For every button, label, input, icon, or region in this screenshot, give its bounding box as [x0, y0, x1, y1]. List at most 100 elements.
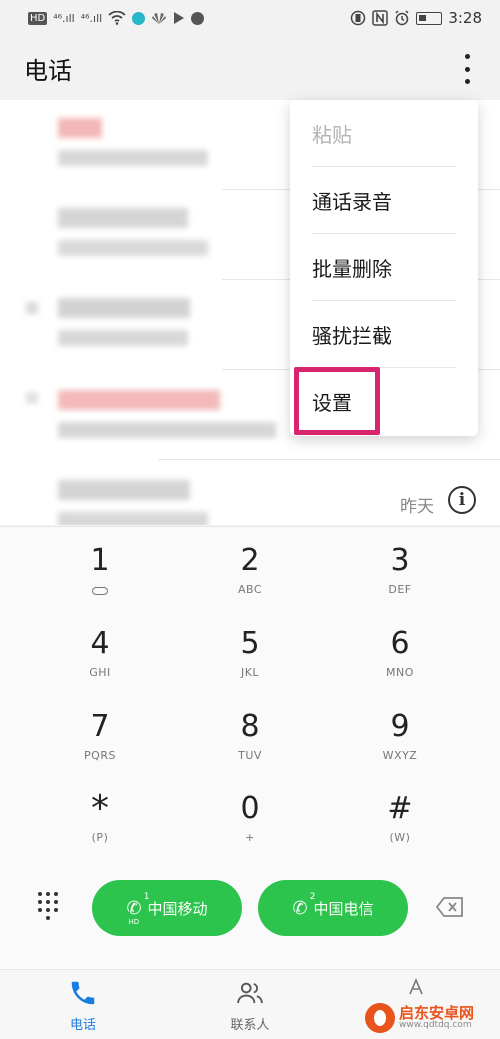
wifi-icon [108, 11, 126, 25]
grid-dot-icon [54, 892, 58, 896]
phone-icon [71, 981, 95, 1005]
voicemail-icon [92, 587, 108, 595]
watermark-text: 启东安卓网 www.qdtdq.com [399, 1005, 474, 1031]
contacts-icon [237, 982, 263, 1004]
redacted-number [58, 422, 276, 438]
key-letters: + [245, 831, 255, 844]
more-options-button[interactable] [462, 54, 472, 84]
more-dot-icon [464, 54, 470, 59]
site-watermark: 启东安卓网 www.qdtdq.com [365, 1000, 495, 1036]
key-digit: 4 [90, 626, 110, 661]
dial-key-2[interactable]: 2 ABC [190, 543, 310, 623]
signal-icon: ⁴⁶.ıll [53, 11, 75, 25]
menu-item-label: 批量删除 [312, 257, 392, 281]
dial-key-1[interactable]: 1 [40, 543, 160, 623]
redacted-name [58, 480, 190, 500]
watermark-title: 启东安卓网 [399, 1003, 475, 1022]
redacted-number [58, 240, 208, 256]
dial-key-8[interactable]: 8 TUV [190, 709, 310, 789]
nav-tab-label: 联系人 [230, 1018, 270, 1033]
redacted-name [58, 390, 220, 410]
overflow-menu: 粘贴 通话录音 批量删除 骚扰拦截 设置 [290, 100, 478, 436]
vibrate-icon [351, 10, 366, 26]
grid-dot-icon [46, 908, 50, 912]
key-letters: ABC [237, 583, 263, 596]
dial-key-6[interactable]: 6 MNO [340, 626, 460, 706]
backspace-icon[interactable] [436, 897, 464, 917]
call-button-sim2[interactable]: ✆ 2 中国电信 [258, 880, 408, 936]
menu-item-label: 通话录音 [312, 190, 392, 214]
media-icon [191, 11, 205, 25]
redacted-number [58, 512, 208, 525]
menu-item-paste[interactable]: 粘贴 [290, 100, 478, 167]
redacted-icon [26, 392, 38, 404]
dial-actions: ✆ 1 HD 中国移动 ✆ 2 中国电信 [0, 880, 500, 940]
key-digit: 5 [240, 626, 260, 661]
status-bar-left: HD ⁴⁶.ıll ⁴⁶.ıll [28, 11, 205, 25]
status-bar-right: 3:28 [350, 9, 482, 27]
redacted-name [58, 298, 190, 318]
grid-dot-icon [54, 908, 58, 912]
key-letters: JKL [240, 666, 260, 679]
nav-tab-phone[interactable]: 电话 [23, 978, 143, 1033]
menu-item-label: 粘贴 [312, 123, 352, 147]
favorites-tab-icon[interactable] [406, 976, 434, 998]
key-digit: 3 [390, 543, 410, 578]
nfc-icon [372, 10, 389, 26]
grid-dot-icon [38, 892, 42, 896]
key-digit: 2 [240, 543, 260, 578]
app-notification-icon [132, 11, 146, 25]
watermark-logo-icon [365, 1003, 395, 1033]
dial-key-star[interactable]: * (P) [40, 791, 160, 871]
key-digit: 9 [390, 709, 410, 744]
grid-dot-icon [54, 900, 58, 904]
menu-item-batch-delete[interactable]: 批量删除 [290, 234, 478, 301]
dial-key-5[interactable]: 5 JKL [190, 626, 310, 706]
call-button-label: 中国移动 [147, 899, 208, 918]
dial-key-4[interactable]: 4 GHI [40, 626, 160, 706]
page-title: 电话 [24, 56, 72, 85]
key-letters: GHI [89, 666, 111, 679]
menu-item-label: 骚扰拦截 [312, 324, 392, 348]
dial-key-9[interactable]: 9 WXYZ [340, 709, 460, 789]
more-dot-icon [464, 79, 470, 84]
info-icon[interactable]: i [448, 486, 476, 514]
call-button-sim1[interactable]: ✆ 1 HD 中国移动 [92, 880, 242, 936]
grid-dot-icon [38, 900, 42, 904]
dialpad-toggle-button[interactable] [38, 892, 62, 920]
redacted-number [58, 150, 208, 166]
huawei-icon [152, 13, 167, 24]
dial-key-3[interactable]: 3 DEF [340, 543, 460, 623]
phone-sim2-icon: ✆ 2 [292, 891, 316, 919]
dial-key-hash[interactable]: # (W) [340, 791, 460, 871]
menu-item-label: 设置 [312, 391, 352, 415]
nav-tab-contacts[interactable]: 联系人 [190, 978, 310, 1033]
phone-sim1-icon: ✆ 1 HD [126, 891, 150, 926]
dial-key-7[interactable]: 7 PQRS [40, 709, 160, 789]
key-digit: 7 [90, 709, 110, 744]
key-digit: 1 [90, 543, 110, 578]
battery-icon [416, 11, 443, 25]
key-digit: 6 [390, 626, 410, 661]
key-letters: TUV [238, 749, 262, 762]
dial-key-0[interactable]: 0 + [190, 791, 310, 871]
key-letters: (P) [91, 831, 109, 844]
redacted-icon [26, 302, 38, 314]
hd-icon: HD [28, 11, 48, 25]
menu-item-harassment-block[interactable]: 骚扰拦截 [290, 301, 478, 368]
menu-item-call-recording[interactable]: 通话录音 [290, 167, 478, 234]
redacted-name [58, 208, 188, 228]
redacted-number [58, 330, 188, 346]
key-digit: 0 [240, 791, 260, 826]
call-date: 昨天 [400, 497, 434, 517]
key-digit: * [91, 788, 109, 829]
more-dot-icon [464, 66, 470, 72]
menu-item-settings[interactable]: 设置 [290, 368, 478, 435]
signal-icon-2: ⁴⁶.ıll [80, 11, 103, 25]
redacted-name [58, 118, 102, 138]
key-letters: PQRS [84, 749, 116, 762]
nav-tab-label: 电话 [69, 1018, 96, 1033]
grid-dot-icon [38, 908, 42, 912]
watermark-url: www.qdtdq.com [399, 1020, 472, 1031]
key-digit: 8 [240, 709, 260, 744]
